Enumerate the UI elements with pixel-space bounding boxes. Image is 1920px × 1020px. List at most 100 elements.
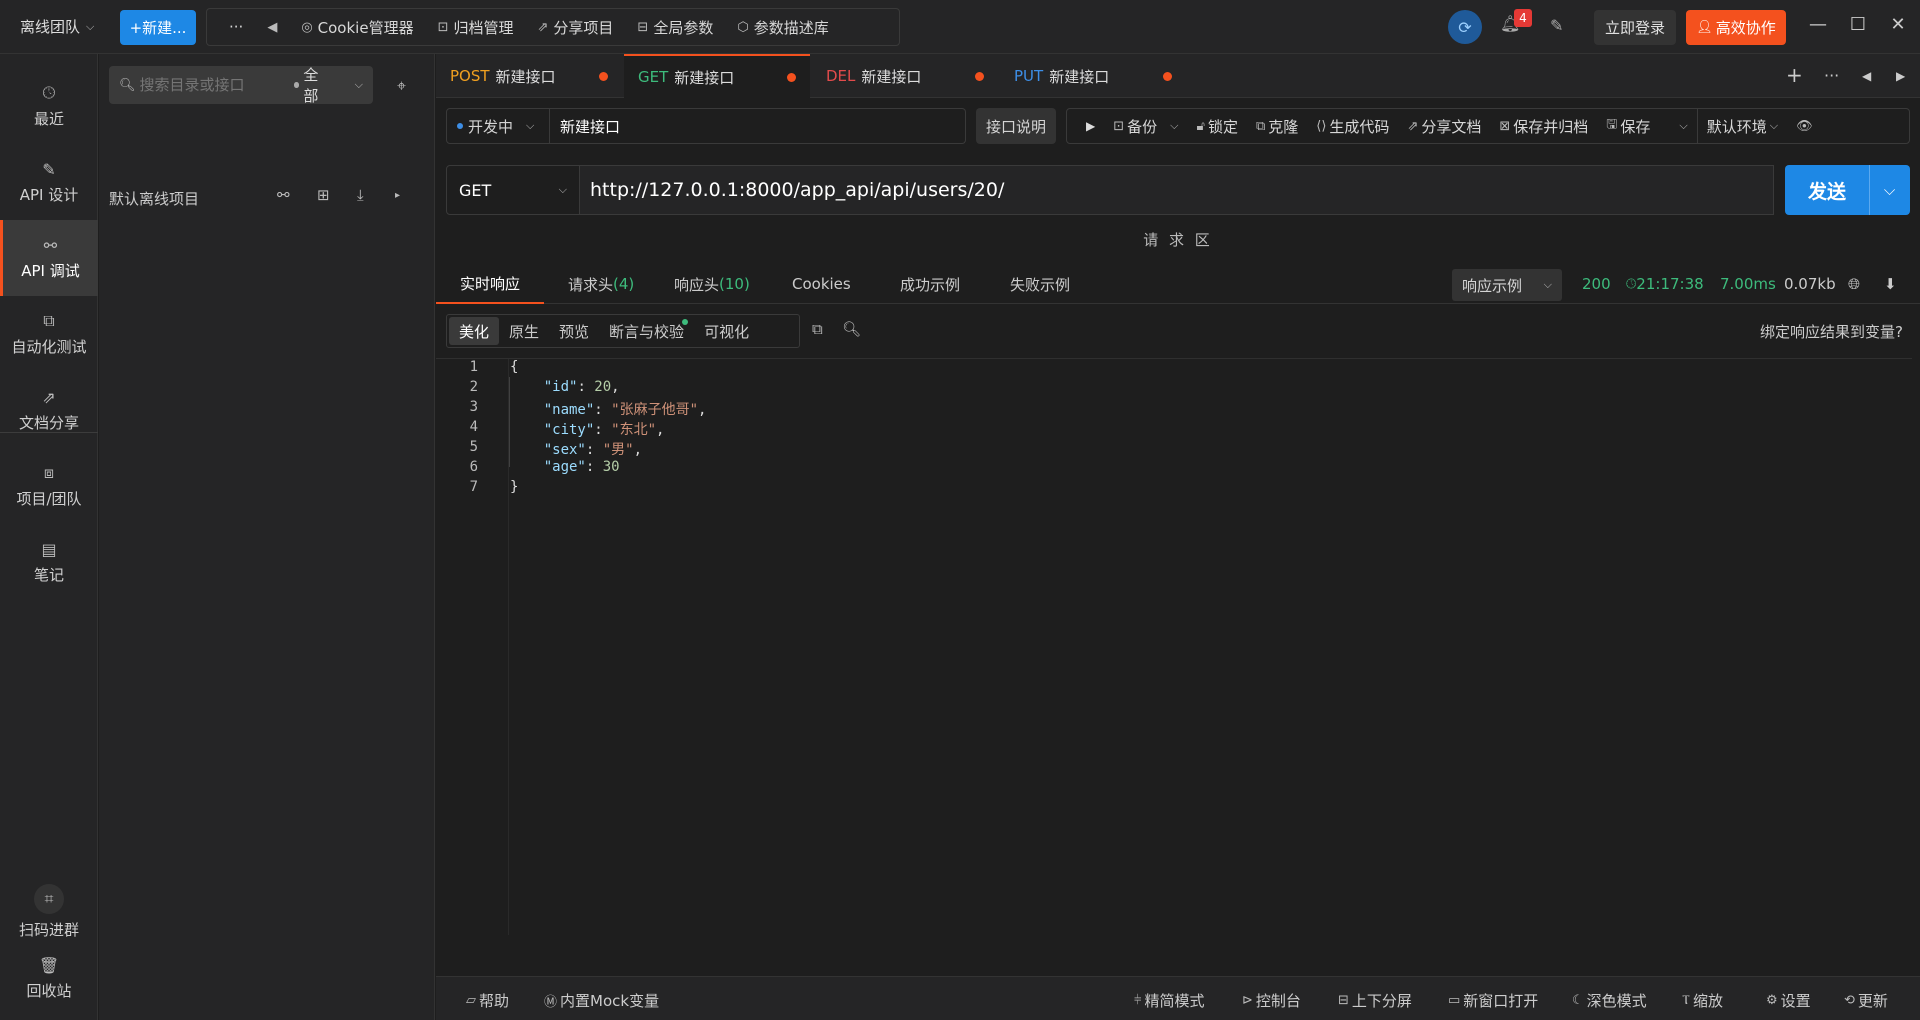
simple-mode-button[interactable]: ⫩ 精简模式 [1134, 990, 1204, 1011]
save-archive-button[interactable]: ⊠ 保存并归档 [1490, 109, 1597, 143]
note-icon[interactable]: ✎ [1550, 16, 1563, 35]
folder-stack-icon: ⧈ [43, 463, 55, 482]
tab-live-response[interactable]: 实时响应 [436, 264, 545, 304]
copy-icon[interactable]: ⧉ [812, 320, 823, 338]
login-button[interactable]: 立即登录 [1594, 10, 1676, 45]
tab-success-example[interactable]: 成功示例 [900, 264, 960, 304]
update-button[interactable]: ⟲ 更新 [1844, 990, 1888, 1011]
add-api-icon[interactable]: ⚯ [277, 186, 290, 204]
env-preview-button[interactable]: 👁︎ [1787, 109, 1822, 143]
env-select[interactable]: 默认环境 ⌵ [1696, 109, 1787, 143]
line-number: 3 [469, 399, 478, 415]
url-input[interactable]: http://127.0.0.1:8000/app_api/api/users/… [580, 165, 1774, 215]
gen-code-button[interactable]: ⟨⟩ 生成代码 [1307, 109, 1398, 143]
team-selector[interactable]: 离线团队 ⌵ [20, 16, 94, 37]
tab-response-headers[interactable]: 响应头 (10) [674, 264, 750, 304]
tab-fail-example[interactable]: 失败示例 [1010, 264, 1070, 304]
nav-scan-group[interactable]: ⌗ 扫码进群 [0, 874, 98, 950]
share-project-button[interactable]: ⇗ 分享项目 [526, 9, 626, 45]
nav-notes[interactable]: ▤ 笔记 [0, 524, 98, 600]
zoom-button[interactable]: Ⲧ 缩放 [1682, 990, 1723, 1011]
nav-api-design[interactable]: ✎ API 设计 [0, 144, 98, 220]
send-button[interactable]: 发送 ⌵ [1785, 165, 1910, 215]
request-tab[interactable]: GET 新建接口 [624, 54, 810, 98]
method-select[interactable]: GET ⌵ [446, 165, 580, 215]
user-icon: 👤︎ [1696, 20, 1713, 35]
add-tab-icon[interactable]: + [1786, 63, 1803, 87]
tab-request-headers[interactable]: 请求头 (4) [568, 264, 634, 304]
expand-arrow-icon[interactable]: ▸ [395, 190, 400, 201]
api-name-input[interactable]: 新建接口 [550, 108, 966, 144]
nav-recycle-bin[interactable]: 🗑︎ 回收站 [0, 940, 98, 1016]
response-example-select[interactable]: 响应示例 ⌵ [1452, 269, 1562, 301]
nav-api-debug[interactable]: ⚯ API 调试 [0, 220, 98, 296]
split-view-button[interactable]: ⊟ 上下分屏 [1338, 990, 1412, 1011]
code-line: "id": 20, [543, 379, 620, 395]
bind-variable-link[interactable]: 绑定响应结果到变量? [1760, 321, 1903, 342]
mode-raw[interactable]: 原生 [499, 317, 549, 345]
maximize-icon[interactable]: ☐ [1846, 14, 1870, 35]
mock-vars-button[interactable]: Ⓜ 内置Mock变量 [544, 990, 659, 1011]
code-line: { [510, 359, 519, 375]
more-tabs-icon[interactable]: ··· [1824, 66, 1839, 85]
tab-cookies[interactable]: Cookies [792, 264, 851, 304]
sync-icon[interactable]: ⟳ [1448, 10, 1482, 44]
share-doc-button[interactable]: ⇗ 分享文档 [1398, 109, 1490, 143]
new-button[interactable]: +新建... [120, 10, 196, 45]
nav-doc-share[interactable]: ⇗ 文档分享 [0, 372, 98, 448]
request-tab[interactable]: DEL 新建接口 [812, 54, 998, 98]
mode-preview[interactable]: 预览 [549, 317, 599, 345]
cube-icon: ⬡ [737, 19, 749, 35]
chevron-down-icon: ⌵ [526, 119, 535, 132]
mode-assert[interactable]: 断言与校验 [599, 317, 694, 345]
scroll-left-icon[interactable]: ◀ [1862, 69, 1871, 83]
lock-button[interactable]: 🔓︎ 锁定 [1188, 109, 1247, 143]
chevron-down-icon: ⌵ [86, 19, 95, 33]
backup-button[interactable]: ⊡ 备份 ⌵ [1104, 109, 1187, 143]
add-folder-icon[interactable]: ⊞ [317, 186, 330, 204]
api-desc-button[interactable]: 接口说明 [976, 108, 1056, 144]
nav-project-team[interactable]: ⧈ 项目/团队 [0, 448, 98, 524]
help-icon: ▱ [466, 993, 476, 1008]
global-params-button[interactable]: ⊟ 全局参数 [625, 9, 725, 45]
nav-recent[interactable]: 🕓︎ 最近 [0, 68, 98, 144]
scroll-right-icon[interactable]: ▶ [1896, 69, 1905, 83]
archive-manager-button[interactable]: ⊡ 归档管理 [426, 9, 526, 45]
param-desc-lib-button[interactable]: ⬡ 参数描述库 [725, 9, 840, 45]
response-size: 0.07kb [1784, 275, 1836, 293]
search-icon[interactable]: 🔍︎ [842, 320, 861, 338]
import-icon[interactable]: ⤓ [357, 186, 364, 204]
request-tab[interactable]: PUT 新建接口 [1000, 54, 1186, 98]
clone-button[interactable]: ⧉ 克隆 [1247, 109, 1307, 143]
cookie-manager-button[interactable]: ◎ Cookie管理器 [289, 9, 425, 45]
mode-visualize[interactable]: 可视化 [694, 317, 759, 345]
save-button[interactable]: 🖫︎ 保存 ⌵ [1597, 109, 1696, 143]
status-select[interactable]: 开发中 ⌵ [446, 108, 550, 144]
new-window-button[interactable]: ▭ 新窗口打开 [1448, 990, 1538, 1011]
close-icon[interactable]: ✕ [1886, 14, 1910, 35]
collab-button[interactable]: 👤︎ 高效协作 [1686, 10, 1786, 45]
tree-project-row[interactable]: 默认离线项目 [109, 186, 425, 210]
line-number: 2 [469, 379, 478, 395]
nav-api-design-label: API 设计 [19, 185, 79, 204]
download-icon[interactable]: ⬇ [1884, 275, 1897, 293]
settings-button[interactable]: ⚙ 设置 [1766, 990, 1811, 1011]
more-button[interactable]: ··· [217, 9, 255, 45]
help-button[interactable]: ▱ 帮助 [466, 990, 509, 1011]
tab-name: 新建接口 [861, 67, 922, 86]
run-button[interactable]: ▶ [1077, 109, 1104, 143]
chevron-down-icon[interactable]: ⌵ [1869, 165, 1909, 215]
help-label: 帮助 [479, 992, 510, 1010]
nav-auto-test[interactable]: ⧉ 自动化测试 [0, 296, 98, 372]
collapse-button[interactable]: ◀ [255, 9, 289, 45]
tree-search-input[interactable] [139, 76, 270, 94]
locate-icon[interactable]: ⌖ [397, 76, 406, 96]
globe-icon[interactable]: 🌐︎ [1848, 275, 1860, 293]
response-body-editor[interactable]: 1 2 3 4 5 6 7 { "id": 20, "name": "张麻子他哥… [436, 358, 1912, 935]
request-tab[interactable]: POST 新建接口 [436, 54, 622, 98]
minimize-icon[interactable]: — [1806, 14, 1830, 35]
dark-mode-button[interactable]: ☾ 深色模式 [1572, 990, 1647, 1011]
console-button[interactable]: ⊳ 控制台 [1242, 990, 1301, 1011]
mode-beautify[interactable]: 美化 [449, 317, 500, 345]
tree-filter-select[interactable]: 全部 ⌵ [293, 64, 363, 106]
